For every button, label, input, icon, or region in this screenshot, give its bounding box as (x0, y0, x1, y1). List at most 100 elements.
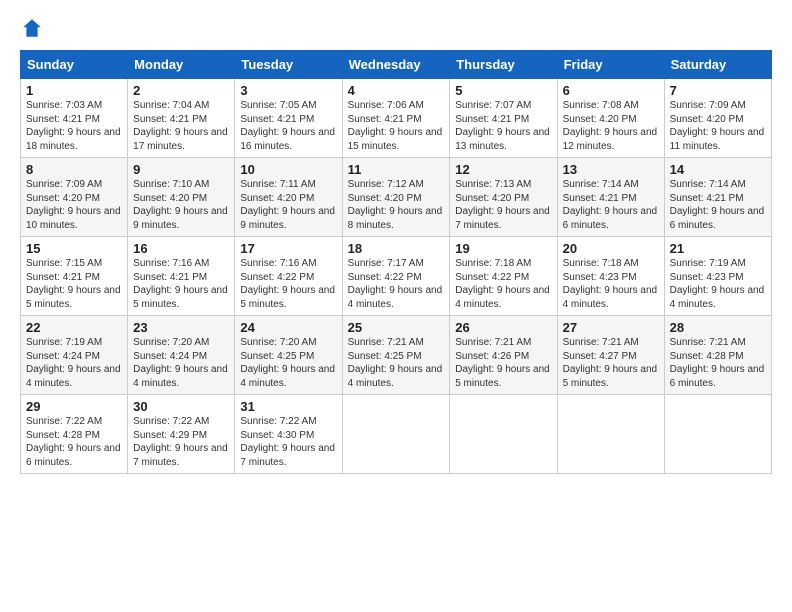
calendar-cell: 31 Sunrise: 7:22 AM Sunset: 4:30 PM Dayl… (235, 395, 342, 474)
day-number: 9 (133, 162, 229, 177)
calendar-cell: 2 Sunrise: 7:04 AM Sunset: 4:21 PM Dayli… (128, 79, 235, 158)
calendar-cell: 23 Sunrise: 7:20 AM Sunset: 4:24 PM Dayl… (128, 316, 235, 395)
day-info: Sunrise: 7:20 AM Sunset: 4:25 PM Dayligh… (240, 336, 336, 390)
day-number: 2 (133, 83, 229, 98)
day-number: 19 (455, 241, 551, 256)
calendar-cell: 13 Sunrise: 7:14 AM Sunset: 4:21 PM Dayl… (557, 158, 664, 237)
day-info: Sunrise: 7:16 AM Sunset: 4:21 PM Dayligh… (133, 257, 229, 311)
day-number: 20 (563, 241, 659, 256)
day-info: Sunrise: 7:06 AM Sunset: 4:21 PM Dayligh… (348, 99, 445, 153)
calendar-cell: 30 Sunrise: 7:22 AM Sunset: 4:29 PM Dayl… (128, 395, 235, 474)
calendar-week-row: 1 Sunrise: 7:03 AM Sunset: 4:21 PM Dayli… (21, 79, 772, 158)
calendar-cell: 15 Sunrise: 7:15 AM Sunset: 4:21 PM Dayl… (21, 237, 128, 316)
calendar-header-row: SundayMondayTuesdayWednesdayThursdayFrid… (21, 51, 772, 79)
calendar-cell (342, 395, 450, 474)
day-info: Sunrise: 7:22 AM Sunset: 4:29 PM Dayligh… (133, 415, 229, 469)
day-number: 6 (563, 83, 659, 98)
calendar-week-row: 15 Sunrise: 7:15 AM Sunset: 4:21 PM Dayl… (21, 237, 772, 316)
day-info: Sunrise: 7:21 AM Sunset: 4:26 PM Dayligh… (455, 336, 551, 390)
day-number: 4 (348, 83, 445, 98)
calendar-cell: 6 Sunrise: 7:08 AM Sunset: 4:20 PM Dayli… (557, 79, 664, 158)
calendar-cell: 24 Sunrise: 7:20 AM Sunset: 4:25 PM Dayl… (235, 316, 342, 395)
day-number: 12 (455, 162, 551, 177)
day-info: Sunrise: 7:19 AM Sunset: 4:23 PM Dayligh… (670, 257, 766, 311)
calendar-cell: 8 Sunrise: 7:09 AM Sunset: 4:20 PM Dayli… (21, 158, 128, 237)
day-info: Sunrise: 7:20 AM Sunset: 4:24 PM Dayligh… (133, 336, 229, 390)
day-number: 23 (133, 320, 229, 335)
day-number: 10 (240, 162, 336, 177)
calendar-cell: 9 Sunrise: 7:10 AM Sunset: 4:20 PM Dayli… (128, 158, 235, 237)
calendar-cell (450, 395, 557, 474)
day-info: Sunrise: 7:19 AM Sunset: 4:24 PM Dayligh… (26, 336, 122, 390)
day-number: 24 (240, 320, 336, 335)
calendar-day-header: Saturday (664, 51, 771, 79)
day-number: 21 (670, 241, 766, 256)
calendar-cell: 20 Sunrise: 7:18 AM Sunset: 4:23 PM Dayl… (557, 237, 664, 316)
day-number: 31 (240, 399, 336, 414)
day-info: Sunrise: 7:11 AM Sunset: 4:20 PM Dayligh… (240, 178, 336, 232)
day-number: 16 (133, 241, 229, 256)
calendar-cell: 10 Sunrise: 7:11 AM Sunset: 4:20 PM Dayl… (235, 158, 342, 237)
day-number: 27 (563, 320, 659, 335)
day-number: 18 (348, 241, 445, 256)
calendar-cell: 5 Sunrise: 7:07 AM Sunset: 4:21 PM Dayli… (450, 79, 557, 158)
day-info: Sunrise: 7:16 AM Sunset: 4:22 PM Dayligh… (240, 257, 336, 311)
day-number: 11 (348, 162, 445, 177)
day-info: Sunrise: 7:14 AM Sunset: 4:21 PM Dayligh… (670, 178, 766, 232)
calendar-day-header: Monday (128, 51, 235, 79)
day-info: Sunrise: 7:03 AM Sunset: 4:21 PM Dayligh… (26, 99, 122, 153)
calendar-cell (664, 395, 771, 474)
calendar-cell: 29 Sunrise: 7:22 AM Sunset: 4:28 PM Dayl… (21, 395, 128, 474)
day-number: 25 (348, 320, 445, 335)
calendar-cell: 4 Sunrise: 7:06 AM Sunset: 4:21 PM Dayli… (342, 79, 450, 158)
day-info: Sunrise: 7:22 AM Sunset: 4:28 PM Dayligh… (26, 415, 122, 469)
day-info: Sunrise: 7:22 AM Sunset: 4:30 PM Dayligh… (240, 415, 336, 469)
day-info: Sunrise: 7:07 AM Sunset: 4:21 PM Dayligh… (455, 99, 551, 153)
day-info: Sunrise: 7:13 AM Sunset: 4:20 PM Dayligh… (455, 178, 551, 232)
calendar-week-row: 22 Sunrise: 7:19 AM Sunset: 4:24 PM Dayl… (21, 316, 772, 395)
day-info: Sunrise: 7:09 AM Sunset: 4:20 PM Dayligh… (26, 178, 122, 232)
calendar-cell: 12 Sunrise: 7:13 AM Sunset: 4:20 PM Dayl… (450, 158, 557, 237)
day-number: 30 (133, 399, 229, 414)
day-number: 17 (240, 241, 336, 256)
day-info: Sunrise: 7:08 AM Sunset: 4:20 PM Dayligh… (563, 99, 659, 153)
day-number: 28 (670, 320, 766, 335)
calendar-cell: 14 Sunrise: 7:14 AM Sunset: 4:21 PM Dayl… (664, 158, 771, 237)
day-info: Sunrise: 7:04 AM Sunset: 4:21 PM Dayligh… (133, 99, 229, 153)
day-number: 26 (455, 320, 551, 335)
calendar-week-row: 29 Sunrise: 7:22 AM Sunset: 4:28 PM Dayl… (21, 395, 772, 474)
day-number: 13 (563, 162, 659, 177)
calendar-cell: 7 Sunrise: 7:09 AM Sunset: 4:20 PM Dayli… (664, 79, 771, 158)
day-info: Sunrise: 7:12 AM Sunset: 4:20 PM Dayligh… (348, 178, 445, 232)
calendar-cell: 18 Sunrise: 7:17 AM Sunset: 4:22 PM Dayl… (342, 237, 450, 316)
calendar-cell: 22 Sunrise: 7:19 AM Sunset: 4:24 PM Dayl… (21, 316, 128, 395)
calendar-cell: 28 Sunrise: 7:21 AM Sunset: 4:28 PM Dayl… (664, 316, 771, 395)
calendar-day-header: Sunday (21, 51, 128, 79)
day-info: Sunrise: 7:21 AM Sunset: 4:28 PM Dayligh… (670, 336, 766, 390)
day-info: Sunrise: 7:05 AM Sunset: 4:21 PM Dayligh… (240, 99, 336, 153)
calendar-cell (557, 395, 664, 474)
day-info: Sunrise: 7:09 AM Sunset: 4:20 PM Dayligh… (670, 99, 766, 153)
day-info: Sunrise: 7:10 AM Sunset: 4:20 PM Dayligh… (133, 178, 229, 232)
day-number: 1 (26, 83, 122, 98)
calendar-cell: 26 Sunrise: 7:21 AM Sunset: 4:26 PM Dayl… (450, 316, 557, 395)
day-number: 3 (240, 83, 336, 98)
calendar-cell: 16 Sunrise: 7:16 AM Sunset: 4:21 PM Dayl… (128, 237, 235, 316)
day-info: Sunrise: 7:15 AM Sunset: 4:21 PM Dayligh… (26, 257, 122, 311)
day-number: 29 (26, 399, 122, 414)
day-number: 15 (26, 241, 122, 256)
calendar-cell: 25 Sunrise: 7:21 AM Sunset: 4:25 PM Dayl… (342, 316, 450, 395)
page-header (20, 16, 772, 40)
calendar-table: SundayMondayTuesdayWednesdayThursdayFrid… (20, 50, 772, 474)
calendar-cell: 21 Sunrise: 7:19 AM Sunset: 4:23 PM Dayl… (664, 237, 771, 316)
day-info: Sunrise: 7:21 AM Sunset: 4:25 PM Dayligh… (348, 336, 445, 390)
day-number: 5 (455, 83, 551, 98)
calendar-cell: 1 Sunrise: 7:03 AM Sunset: 4:21 PM Dayli… (21, 79, 128, 158)
calendar-cell: 19 Sunrise: 7:18 AM Sunset: 4:22 PM Dayl… (450, 237, 557, 316)
calendar-day-header: Tuesday (235, 51, 342, 79)
day-info: Sunrise: 7:18 AM Sunset: 4:22 PM Dayligh… (455, 257, 551, 311)
calendar-cell: 11 Sunrise: 7:12 AM Sunset: 4:20 PM Dayl… (342, 158, 450, 237)
day-number: 7 (670, 83, 766, 98)
logo-icon (20, 16, 44, 40)
calendar-cell: 3 Sunrise: 7:05 AM Sunset: 4:21 PM Dayli… (235, 79, 342, 158)
